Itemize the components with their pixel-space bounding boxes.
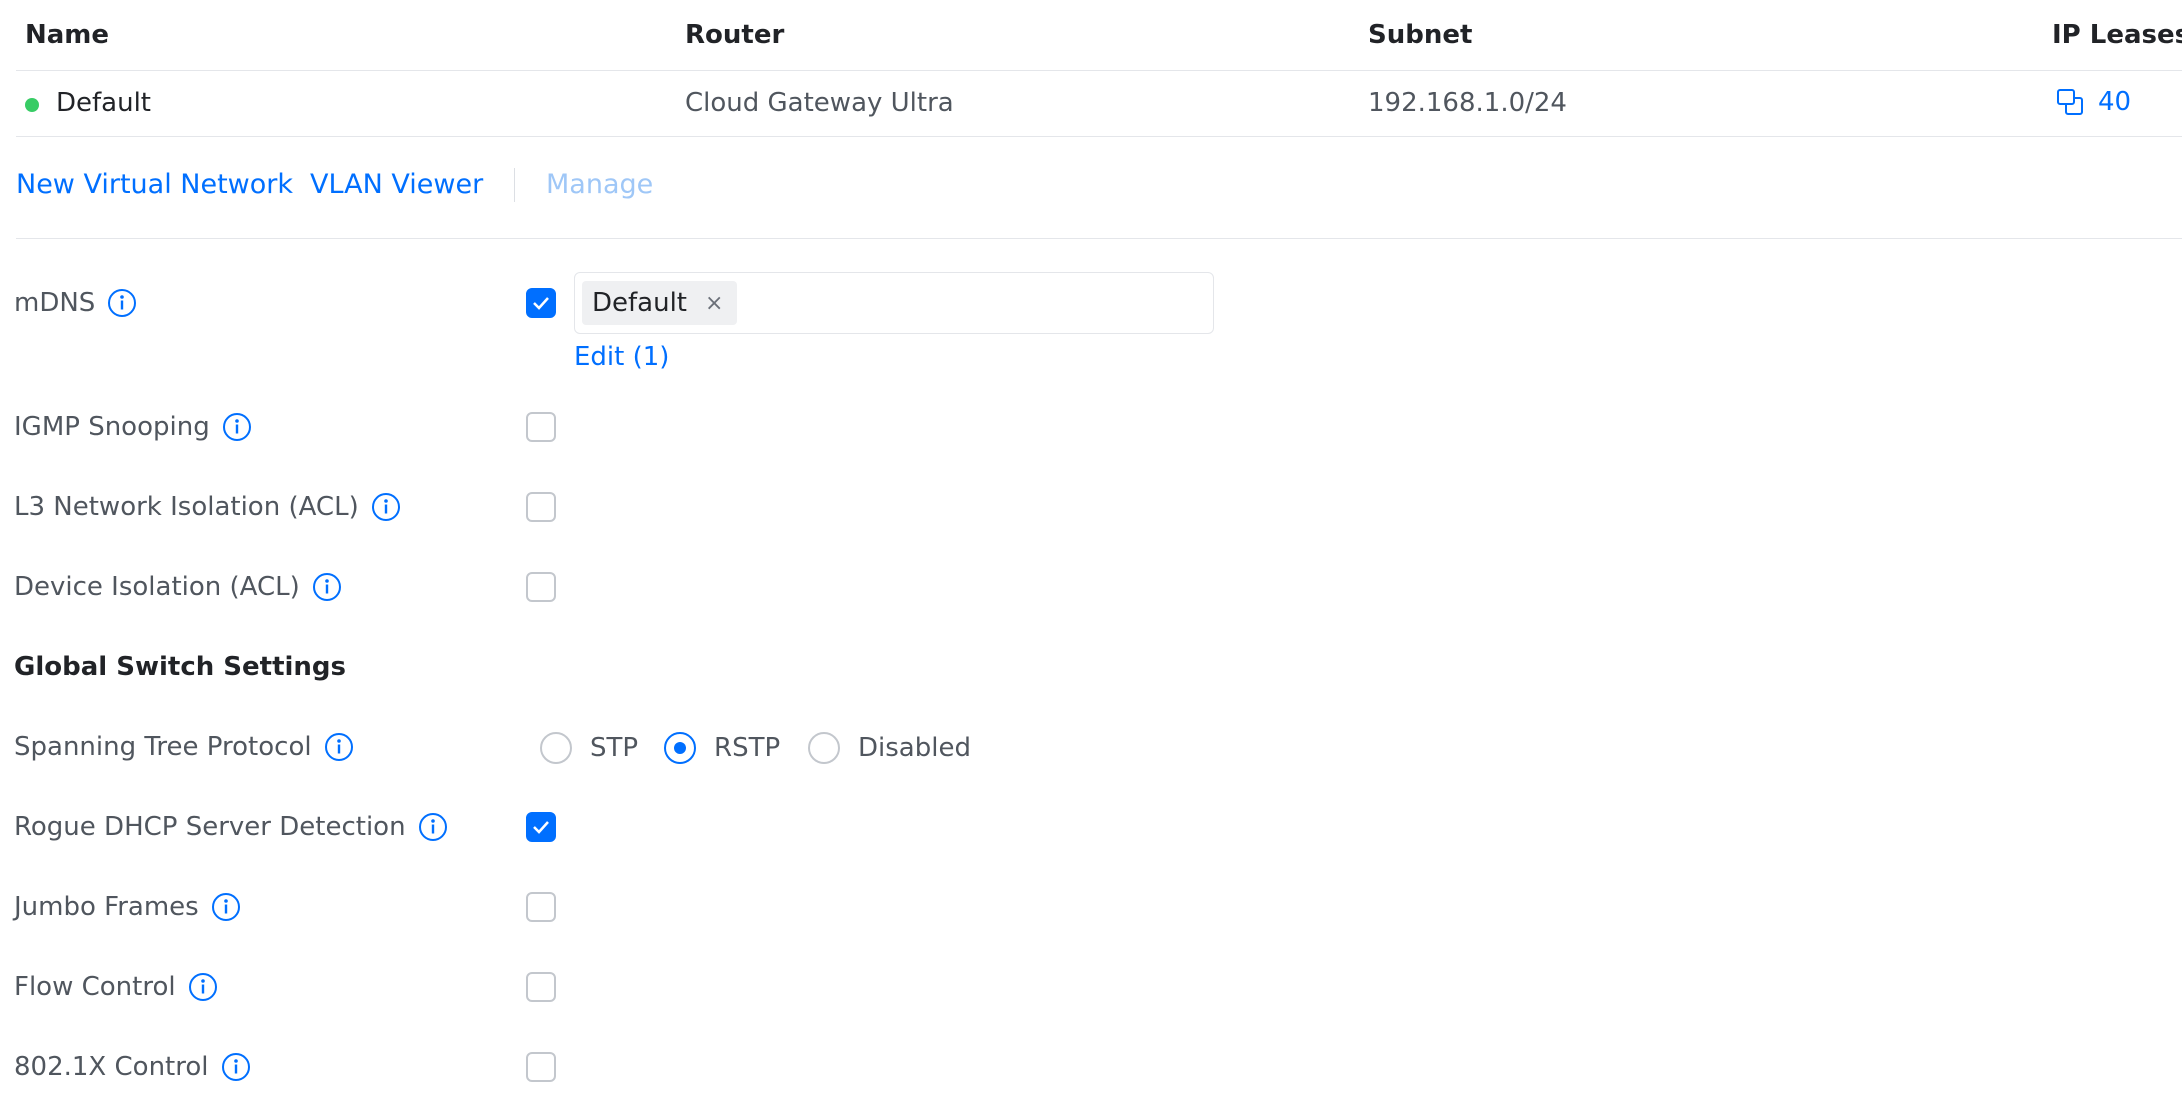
setting-label: Flow Control (14, 972, 218, 1002)
info-icon[interactable] (222, 412, 252, 442)
info-icon[interactable] (418, 812, 448, 842)
info-icon[interactable] (312, 572, 342, 602)
network-name: Default (56, 88, 151, 118)
ip-leases-link[interactable]: 40 (2056, 87, 2131, 117)
info-icon[interactable] (221, 1052, 251, 1082)
column-header-router[interactable]: Router (685, 20, 784, 50)
new-virtual-network-button[interactable]: New Virtual Network (16, 169, 293, 200)
remove-tag-icon[interactable]: × (705, 291, 723, 316)
column-header-ip-leases[interactable]: IP Leases (2052, 20, 2182, 50)
setting-jumbo-frames: Jumbo Frames (14, 888, 2114, 928)
flow-control-checkbox[interactable] (526, 972, 556, 1002)
setting-flow-control: Flow Control (14, 968, 2114, 1008)
setting-label: 802.1X Control (14, 1052, 251, 1082)
vlan-viewer-button[interactable]: VLAN Viewer (310, 169, 483, 200)
setting-label: L3 Network Isolation (ACL) (14, 492, 401, 522)
setting-label: Rogue DHCP Server Detection (14, 812, 448, 842)
column-header-subnet[interactable]: Subnet (1368, 20, 1472, 50)
l3-isolation-checkbox[interactable] (526, 492, 556, 522)
setting-rogue-dhcp: Rogue DHCP Server Detection (14, 808, 2114, 848)
radio-option-stp[interactable]: STP (540, 732, 638, 764)
action-bar: New Virtual Network VLAN Viewer Manage (16, 136, 2182, 239)
radio-option-rstp[interactable]: RSTP (664, 732, 780, 764)
mdns-network-select[interactable]: Default × (574, 272, 1214, 334)
network-tag: Default × (582, 281, 738, 325)
devices-icon (2056, 88, 2084, 116)
radio-rstp[interactable] (664, 732, 696, 764)
info-icon[interactable] (107, 288, 137, 318)
action-divider (514, 168, 515, 202)
table-row[interactable]: Default Cloud Gateway Ultra 192.168.1.0/… (16, 71, 2182, 137)
setting-label: IGMP Snooping (14, 412, 252, 442)
setting-l3-isolation: L3 Network Isolation (ACL) (14, 488, 2114, 528)
setting-label: Device Isolation (ACL) (14, 572, 342, 602)
radio-stp[interactable] (540, 732, 572, 764)
dot1x-control-checkbox[interactable] (526, 1052, 556, 1082)
ip-leases-count: 40 (2098, 87, 2132, 117)
table-header: Name Router Subnet IP Leases (16, 0, 2182, 71)
info-icon[interactable] (188, 972, 218, 1002)
network-settings-page: Name Router Subnet IP Leases Default Clo… (0, 0, 2182, 1110)
status-online-icon (25, 98, 39, 112)
section-title-global-switch: Global Switch Settings (14, 652, 347, 682)
jumbo-frames-checkbox[interactable] (526, 892, 556, 922)
setting-igmp-snooping: IGMP Snooping (14, 408, 2114, 448)
mdns-checkbox[interactable] (526, 288, 556, 318)
setting-label: Jumbo Frames (14, 892, 241, 922)
setting-device-isolation: Device Isolation (ACL) (14, 568, 2114, 608)
network-subnet: 192.168.1.0/24 (1368, 88, 1567, 118)
radio-option-disabled[interactable]: Disabled (808, 732, 971, 764)
column-header-name[interactable]: Name (25, 20, 109, 50)
mdns-edit-link[interactable]: Edit (1) (574, 342, 669, 372)
network-router: Cloud Gateway Ultra (685, 88, 954, 118)
setting-dot1x-control: 802.1X Control (14, 1048, 2114, 1088)
setting-spanning-tree: Spanning Tree Protocol STP RSTP Disabled (14, 728, 2114, 768)
setting-label: Spanning Tree Protocol (14, 732, 354, 762)
setting-label: mDNS (14, 288, 137, 318)
rogue-dhcp-checkbox[interactable] (526, 812, 556, 842)
info-icon[interactable] (211, 892, 241, 922)
info-icon[interactable] (371, 492, 401, 522)
igmp-snooping-checkbox[interactable] (526, 412, 556, 442)
manage-button[interactable]: Manage (546, 169, 653, 200)
device-isolation-checkbox[interactable] (526, 572, 556, 602)
info-icon[interactable] (324, 732, 354, 762)
radio-disabled[interactable] (808, 732, 840, 764)
